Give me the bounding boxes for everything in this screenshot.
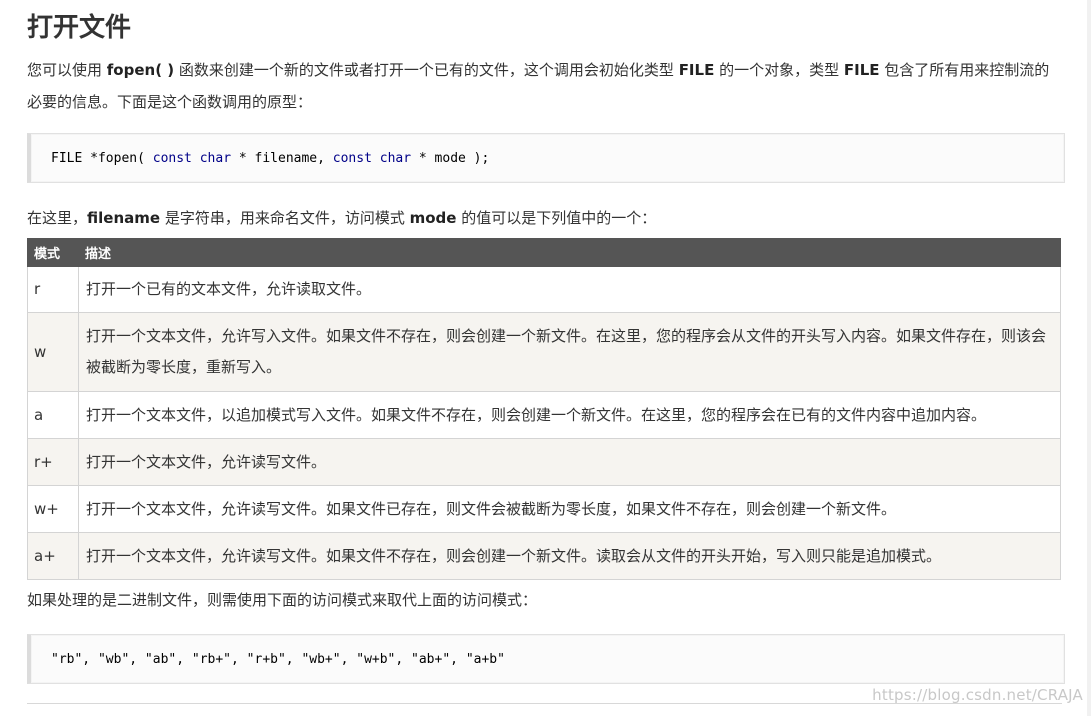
table-row: a+ 打开一个文本文件，允许读写文件。如果文件不存在，则会创建一个新文件。读取会… [27,532,1061,580]
table-header-row: 模式 描述 [27,238,1061,267]
binary-modes-code-block[interactable]: "rb", "wb", "ab", "rb+", "r+b", "wb+", "… [27,634,1065,684]
file-keyword: FILE [843,61,880,79]
mode-keyword: mode [409,209,457,227]
mode-intro-paragraph: 在这里，filename 是字符串，用来命名文件，访问模式 mode 的值可以是… [27,209,657,227]
prototype-code: FILE *fopen( const char * filename, cons… [51,151,490,166]
scrollbar[interactable] [1087,0,1091,716]
description-cell: 打开一个文本文件，以追加模式写入文件。如果文件不存在，则会创建一个新文件。在这里… [78,391,1061,439]
description-cell: 打开一个文本文件，允许读写文件。如果文件已存在，则文件会被截断为零长度，如果文件… [78,485,1061,533]
header-mode: 模式 [27,238,79,267]
table-row: a 打开一个文本文件，以追加模式写入文件。如果文件不存在，则会创建一个新文件。在… [27,391,1061,439]
table-row: r+ 打开一个文本文件，允许读写文件。 [27,438,1061,486]
intro-text: 您可以使用 [27,61,107,79]
file-keyword: FILE [678,61,715,79]
description-cell: 打开一个已有的文本文件，允许读取文件。 [78,266,1061,313]
binary-modes-code: "rb", "wb", "ab", "rb+", "r+b", "wb+", "… [51,652,505,667]
header-description: 描述 [78,238,1061,267]
intro-text: 函数来创建一个新的文件或者打开一个已有的文件，这个调用会初始化类型 [174,61,679,79]
mode-cell: a+ [27,532,79,580]
binary-note: 如果处理的是二进制文件，则需使用下面的访问模式来取代上面的访问模式： [27,591,538,609]
table-row: w 打开一个文本文件，允许写入文件。如果文件不存在，则会创建一个新文件。在这里，… [27,312,1061,392]
table-row: r 打开一个已有的文本文件，允许读取文件。 [27,266,1061,313]
description-cell: 打开一个文本文件，允许写入文件。如果文件不存在，则会创建一个新文件。在这里，您的… [78,312,1061,392]
fopen-keyword: fopen( ) [106,61,175,79]
table-row: w+ 打开一个文本文件，允许读写文件。如果文件已存在，则文件会被截断为零长度，如… [27,485,1061,533]
section-title: 打开文件 [27,13,132,43]
mode-cell: r [27,266,79,313]
filename-keyword: filename [87,209,161,227]
description-cell: 打开一个文本文件，允许读写文件。 [78,438,1061,486]
mode-cell: w+ [27,485,79,533]
intro-text: 的一个对象，类型 [714,61,844,79]
mode-cell: r+ [27,438,79,486]
mode-cell: a [27,391,79,439]
description-cell: 打开一个文本文件，允许读写文件。如果文件不存在，则会创建一个新文件。读取会从文件… [78,532,1061,580]
mode-cell: w [27,312,79,392]
prototype-code-block[interactable]: FILE *fopen( const char * filename, cons… [27,133,1065,183]
watermark: https://blog.csdn.net/CRAJA [872,686,1083,704]
modes-table: 模式 描述 r 打开一个已有的文本文件，允许读取文件。 w 打开一个文本文件，允… [27,238,1061,580]
intro-paragraph: 您可以使用 fopen( ) 函数来创建一个新的文件或者打开一个已有的文件，这个… [27,54,1062,118]
